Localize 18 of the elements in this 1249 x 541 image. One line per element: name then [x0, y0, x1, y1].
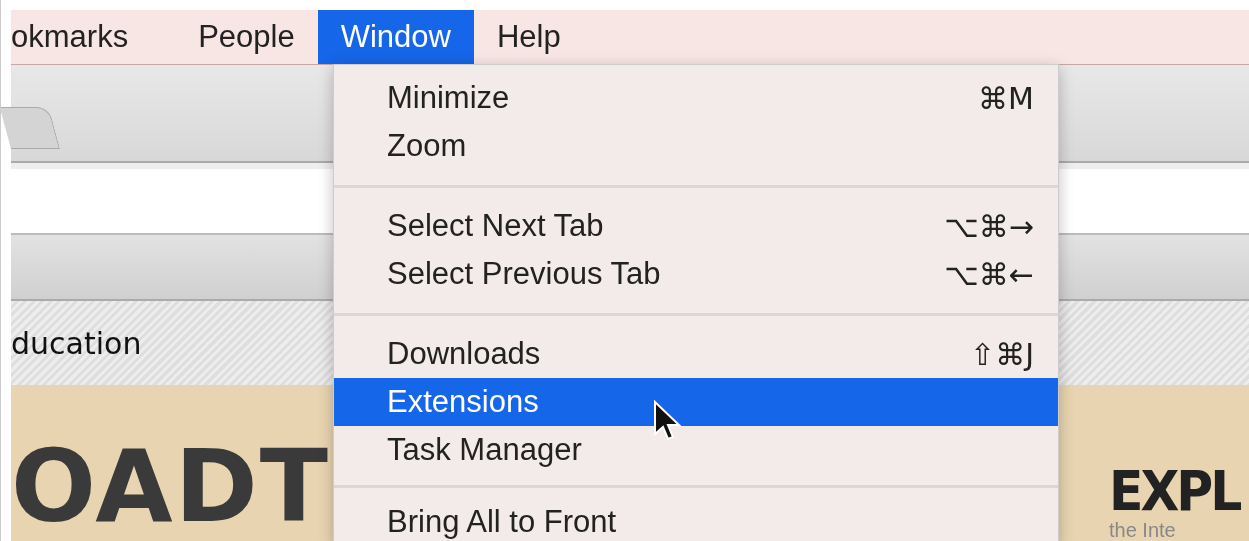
menu-item[interactable]: Minimize ⌘M: [334, 74, 1058, 122]
menu-item[interactable]: Bring All to Front: [334, 498, 1058, 541]
menu-bar-item[interactable]: Window: [317, 10, 474, 64]
menu-item[interactable]: Select Previous Tab ⌥⌘←: [334, 250, 1058, 298]
menu-bar-item[interactable]: People: [175, 10, 318, 64]
menu-item[interactable]: Downloads ⇧⌘J: [334, 330, 1058, 378]
menu-bar-item[interactable]: Help: [473, 10, 584, 64]
banner-heading: EXPL: [1109, 463, 1240, 519]
menu-item[interactable]: Zoom: [334, 122, 1058, 170]
banner-subtitle: the Inte: [1109, 519, 1176, 541]
menu-item[interactable]: Select Next Tab ⌥⌘→: [334, 202, 1058, 250]
menu-item[interactable]: Task Manager: [334, 426, 1058, 474]
browser-tab[interactable]: [1, 107, 60, 149]
banner-title: OADT: [11, 437, 330, 537]
mouse-pointer-icon: [653, 400, 683, 442]
menu-item[interactable]: Extensions: [334, 378, 1058, 426]
menu-bar-item[interactable]: okmarks: [11, 10, 176, 64]
category-label[interactable]: ducation: [11, 325, 142, 361]
